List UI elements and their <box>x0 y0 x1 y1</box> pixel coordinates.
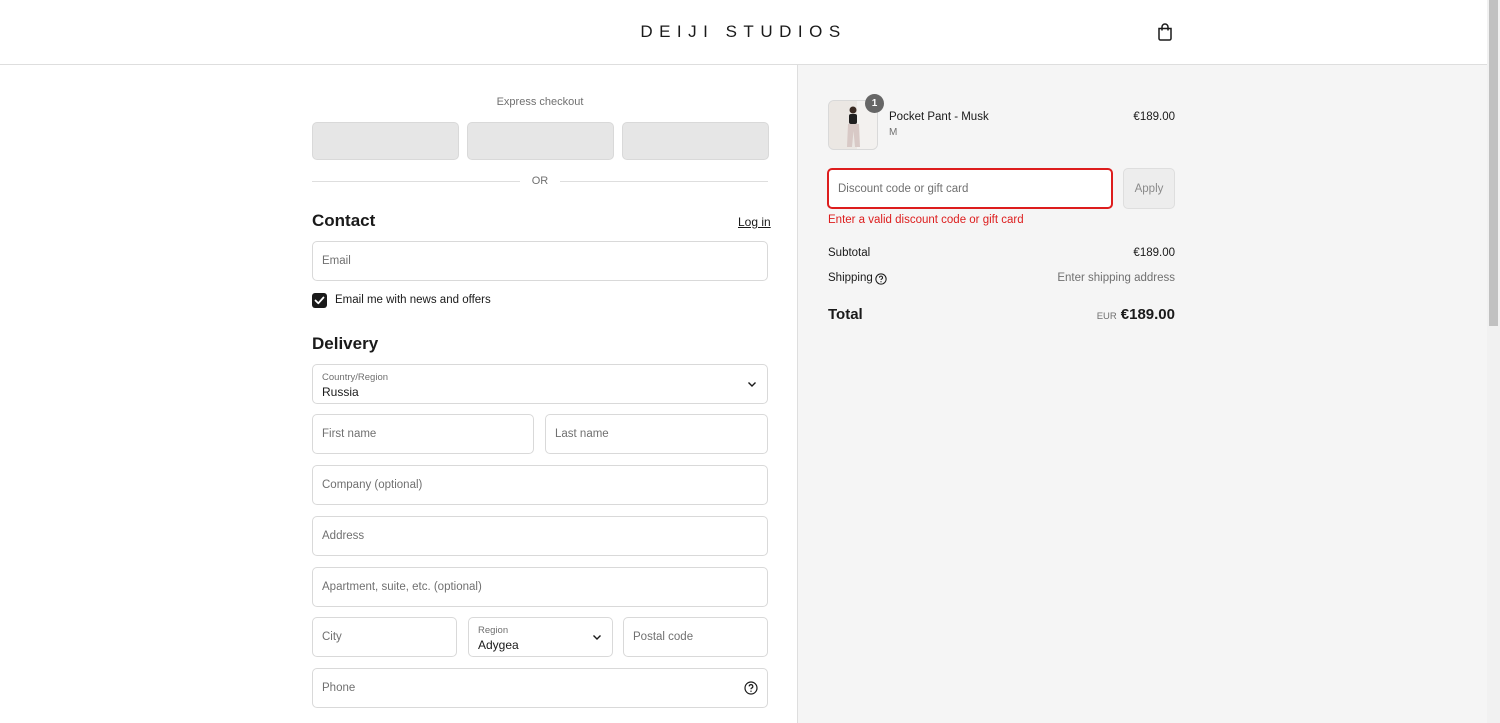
shipping-value: Enter shipping address <box>1057 272 1175 284</box>
newsletter-label: Email me with news and offers <box>335 294 491 306</box>
region-value: Adygea <box>478 638 519 652</box>
product-price: €189.00 <box>1133 111 1175 123</box>
address-field[interactable]: Address <box>312 516 768 556</box>
first-name-placeholder: First name <box>322 428 377 440</box>
scrollbar-thumb[interactable] <box>1489 0 1498 326</box>
subtotal-value: €189.00 <box>1133 247 1175 259</box>
brand-logo[interactable]: DEIJI STUDIOS <box>0 22 1487 42</box>
product-name: Pocket Pant - Musk <box>889 111 989 123</box>
newsletter-option[interactable]: Email me with news and offers <box>312 292 491 308</box>
order-summary-panel <box>797 65 1487 723</box>
discount-code-field[interactable]: Discount code or gift card <box>827 168 1113 209</box>
apartment-placeholder: Apartment, suite, etc. (optional) <box>322 581 482 593</box>
company-field[interactable]: Company (optional) <box>312 465 768 505</box>
last-name-field[interactable]: Last name <box>545 414 768 454</box>
discount-placeholder: Discount code or gift card <box>838 183 969 195</box>
express-checkout-label: Express checkout <box>496 96 584 108</box>
newsletter-checkbox[interactable] <box>312 292 327 308</box>
city-placeholder: City <box>322 631 342 643</box>
apply-discount-button[interactable]: Apply <box>1123 168 1175 209</box>
discount-error-message: Enter a valid discount code or gift card <box>828 214 1024 226</box>
apartment-field[interactable]: Apartment, suite, etc. (optional) <box>312 567 768 607</box>
total-value-row: EUR €189.00 <box>1000 306 1175 323</box>
quantity-badge: 1 <box>865 94 884 113</box>
express-pay-button-2[interactable] <box>467 122 614 160</box>
phone-field[interactable]: Phone <box>312 668 768 708</box>
product-variant: M <box>889 127 898 138</box>
total-label: Total <box>828 306 863 323</box>
region-select[interactable]: Region Adygea <box>468 617 613 657</box>
help-circle-icon[interactable] <box>744 681 758 695</box>
total-currency: EUR <box>1096 311 1117 322</box>
first-name-field[interactable]: First name <box>312 414 534 454</box>
address-placeholder: Address <box>322 530 365 542</box>
subtotal-label: Subtotal <box>828 247 871 259</box>
page-scrollbar[interactable] <box>1487 0 1500 723</box>
company-placeholder: Company (optional) <box>322 479 423 491</box>
or-divider: OR <box>312 174 768 188</box>
postal-code-field[interactable]: Postal code <box>623 617 768 657</box>
shipping-label: Shipping <box>828 272 873 284</box>
or-text: OR <box>523 175 557 187</box>
country-select[interactable]: Country/Region Russia <box>312 364 768 404</box>
shopping-bag-icon[interactable] <box>1154 20 1176 44</box>
email-placeholder: Email <box>322 255 351 267</box>
express-pay-button-1[interactable] <box>312 122 459 160</box>
email-field[interactable]: Email <box>312 241 768 281</box>
chevron-down-icon <box>593 635 601 640</box>
country-label: Country/Region <box>322 372 389 383</box>
express-pay-button-3[interactable] <box>622 122 769 160</box>
region-label: Region <box>478 625 509 636</box>
delivery-title: Delivery <box>312 334 379 353</box>
country-value: Russia <box>322 385 359 399</box>
checkmark-icon <box>314 296 325 304</box>
city-field[interactable]: City <box>312 617 457 657</box>
login-link[interactable]: Log in <box>738 215 771 229</box>
phone-placeholder: Phone <box>322 682 356 694</box>
contact-title: Contact <box>312 211 376 230</box>
postal-code-placeholder: Postal code <box>633 631 694 643</box>
last-name-placeholder: Last name <box>555 428 609 440</box>
total-amount: €189.00 <box>1120 306 1175 323</box>
chevron-down-icon <box>748 382 756 387</box>
checkout-header: DEIJI STUDIOS <box>0 0 1487 65</box>
help-circle-icon[interactable] <box>875 273 887 285</box>
